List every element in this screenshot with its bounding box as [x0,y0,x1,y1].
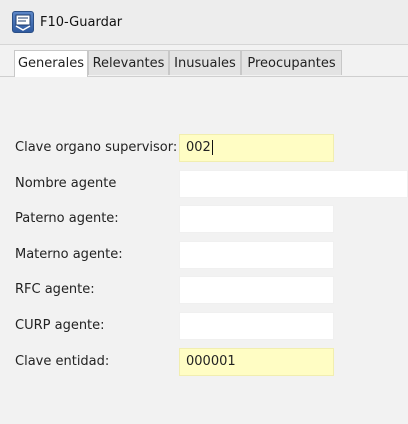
tab-relevantes[interactable]: Relevantes [88,50,169,75]
clave-organo-label: Clave organo supervisor: [15,140,178,155]
save-button-label: F10-Guardar [40,14,123,30]
tab-inusuales[interactable]: Inusuales [169,50,241,75]
clave-entidad-value: 000001 [186,354,236,369]
materno-agente-field[interactable] [179,241,334,269]
curp-agente-field[interactable] [179,312,334,340]
clave-organo-field[interactable]: 002 [179,134,334,162]
tab-preocupantes[interactable]: Preocupantes [241,50,342,75]
tab-bar: Generales Relevantes Inusuales Preocupan… [0,50,408,77]
tab-generales[interactable]: Generales [14,50,88,77]
rfc-agente-label: RFC agente: [15,282,95,297]
paterno-agente-label: Paterno agente: [15,211,119,226]
rfc-agente-field[interactable] [179,276,334,304]
nombre-agente-label: Nombre agente [15,176,117,191]
materno-agente-label: Materno agente: [15,247,123,262]
clave-entidad-label: Clave entidad: [15,354,110,369]
form-panel: Clave organo supervisor: 002 Nombre agen… [0,77,408,424]
save-form-icon [12,11,34,33]
curp-agente-label: CURP agente: [15,318,105,333]
paterno-agente-field[interactable] [179,205,334,233]
clave-entidad-field[interactable]: 000001 [179,348,334,376]
text-caret [211,140,213,155]
clave-organo-value: 002 [186,140,211,155]
toolbar: F10-Guardar [0,0,408,45]
nombre-agente-field[interactable] [179,170,408,198]
save-button[interactable]: F10-Guardar [12,10,122,34]
